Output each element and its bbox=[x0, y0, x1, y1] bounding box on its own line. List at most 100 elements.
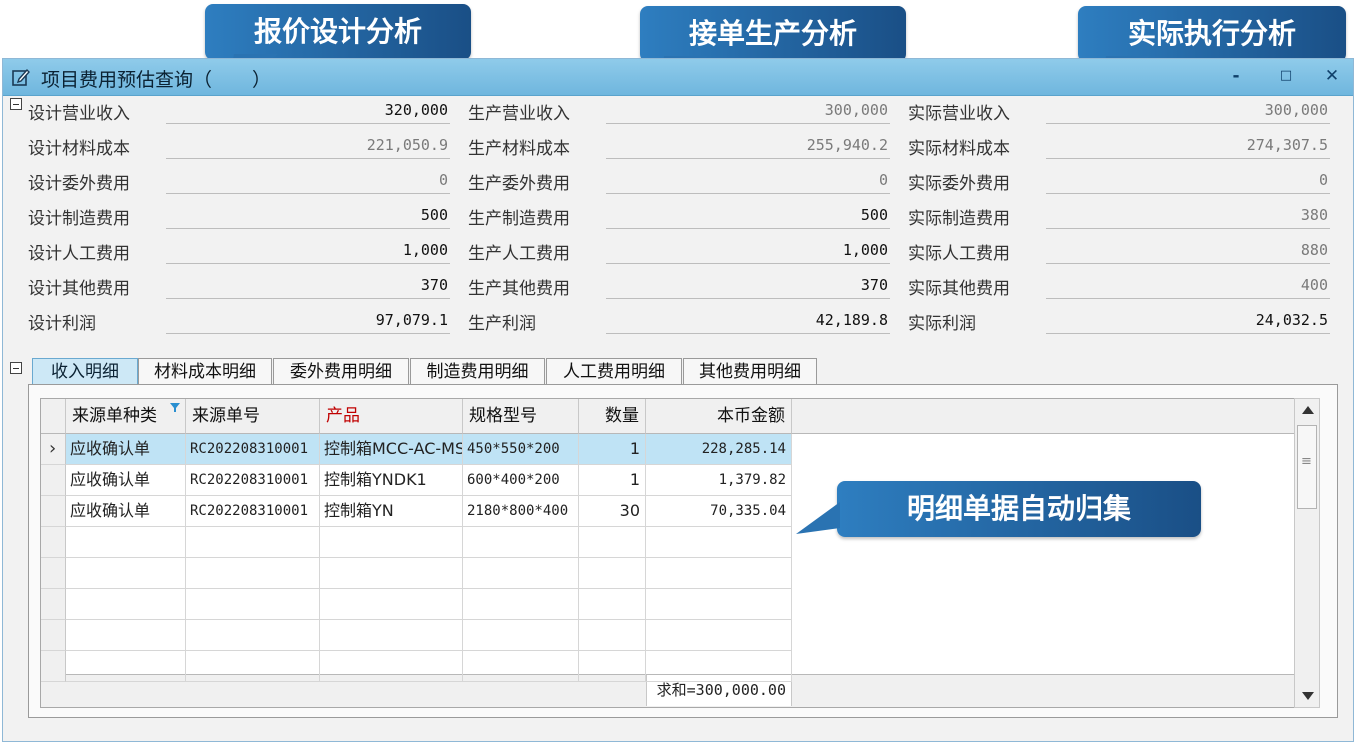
table-cell[interactable] bbox=[320, 558, 463, 589]
row-indicator[interactable] bbox=[41, 651, 66, 682]
table-cell[interactable]: RC202208310001 bbox=[186, 496, 320, 527]
production-metric-value[interactable]: 1,000 bbox=[606, 238, 890, 264]
table-cell[interactable]: 控制箱MCC-AC-MS bbox=[320, 434, 463, 465]
table-cell[interactable]: 450*550*200 bbox=[463, 434, 579, 465]
production-metric-value[interactable]: 500 bbox=[606, 203, 890, 229]
production-metric-value[interactable]: 300,000 bbox=[606, 98, 890, 124]
table-row[interactable]: 应收确认单 RC202208310001 控制箱YNDK1 600*400*200 1 1… bbox=[41, 465, 792, 496]
column-header[interactable]: 产品 bbox=[320, 399, 463, 434]
table-cell[interactable]: 228,285.14 bbox=[646, 434, 792, 465]
column-header[interactable]: 来源单种类 bbox=[66, 399, 186, 434]
table-cell[interactable]: 600*400*200 bbox=[463, 465, 579, 496]
filter-icon[interactable] bbox=[170, 403, 180, 413]
row-indicator[interactable] bbox=[41, 496, 66, 527]
column-header[interactable]: 来源单号 bbox=[186, 399, 320, 434]
production-metric-value[interactable]: 42,189.8 bbox=[606, 308, 890, 334]
table-cell[interactable]: 控制箱YNDK1 bbox=[320, 465, 463, 496]
row-indicator[interactable]: › bbox=[41, 434, 66, 465]
production-metric-value[interactable]: 0 bbox=[606, 168, 890, 194]
table-cell[interactable] bbox=[186, 589, 320, 620]
table-cell[interactable] bbox=[320, 620, 463, 651]
table-cell[interactable]: RC202208310001 bbox=[186, 434, 320, 465]
table-row[interactable] bbox=[41, 651, 792, 682]
design-metric-value[interactable]: 1,000 bbox=[166, 238, 450, 264]
column-header[interactable]: 本币金额 bbox=[646, 399, 792, 434]
column-header[interactable]: 规格型号 bbox=[463, 399, 579, 434]
table-cell[interactable]: 30 bbox=[579, 496, 646, 527]
table-cell[interactable] bbox=[186, 558, 320, 589]
table-cell[interactable] bbox=[579, 558, 646, 589]
row-indicator[interactable] bbox=[41, 558, 66, 589]
tab-3[interactable]: 制造费用明细 bbox=[410, 358, 545, 385]
table-cell[interactable] bbox=[66, 651, 186, 682]
actual-metric-value[interactable]: 300,000 bbox=[1046, 98, 1330, 124]
table-cell[interactable]: 2180*800*400 bbox=[463, 496, 579, 527]
table-cell[interactable] bbox=[646, 651, 792, 682]
row-indicator[interactable] bbox=[41, 589, 66, 620]
table-cell[interactable]: 应收确认单 bbox=[66, 465, 186, 496]
table-cell[interactable] bbox=[463, 620, 579, 651]
table-cell[interactable]: 应收确认单 bbox=[66, 434, 186, 465]
table-cell[interactable]: RC202208310001 bbox=[186, 465, 320, 496]
table-cell[interactable]: 70,335.04 bbox=[646, 496, 792, 527]
table-cell[interactable]: 1 bbox=[579, 465, 646, 496]
table-cell[interactable] bbox=[66, 558, 186, 589]
table-row[interactable] bbox=[41, 558, 792, 589]
tab-4[interactable]: 人工费用明细 bbox=[546, 358, 682, 385]
tab-5[interactable]: 其他费用明细 bbox=[683, 358, 817, 385]
scroll-down-icon[interactable] bbox=[1301, 691, 1315, 701]
table-cell[interactable]: 1 bbox=[579, 434, 646, 465]
tab-2[interactable]: 委外费用明细 bbox=[273, 358, 409, 385]
table-cell[interactable] bbox=[579, 589, 646, 620]
design-metric-value[interactable]: 221,050.9 bbox=[166, 133, 450, 159]
table-row[interactable]: › 应收确认单 RC202208310001 控制箱MCC-AC-MS 450*550*… bbox=[41, 434, 792, 465]
vertical-scrollbar[interactable]: ≡ bbox=[1294, 398, 1320, 708]
column-header[interactable]: 数量 bbox=[579, 399, 646, 434]
production-metric-value[interactable]: 255,940.2 bbox=[606, 133, 890, 159]
table-cell[interactable] bbox=[66, 527, 186, 558]
table-cell[interactable] bbox=[463, 527, 579, 558]
table-row[interactable] bbox=[41, 620, 792, 651]
scroll-thumb[interactable]: ≡ bbox=[1297, 425, 1317, 509]
table-cell[interactable] bbox=[66, 620, 186, 651]
actual-metric-value[interactable]: 380 bbox=[1046, 203, 1330, 229]
actual-metric-value[interactable]: 24,032.5 bbox=[1046, 308, 1330, 334]
table-cell[interactable] bbox=[463, 558, 579, 589]
minimize-button[interactable]: - bbox=[1225, 65, 1247, 87]
actual-metric-value[interactable]: 274,307.5 bbox=[1046, 133, 1330, 159]
design-metric-value[interactable]: 500 bbox=[166, 203, 450, 229]
table-cell[interactable] bbox=[320, 527, 463, 558]
production-metric-value[interactable]: 370 bbox=[606, 273, 890, 299]
table-cell[interactable] bbox=[186, 620, 320, 651]
table-row[interactable]: 应收确认单 RC202208310001 控制箱YN 2180*800*400 30 70… bbox=[41, 496, 792, 527]
table-cell[interactable]: 应收确认单 bbox=[66, 496, 186, 527]
design-metric-value[interactable]: 0 bbox=[166, 168, 450, 194]
detail-collapse-toggle[interactable] bbox=[10, 362, 22, 374]
table-cell[interactable] bbox=[320, 651, 463, 682]
row-indicator[interactable] bbox=[41, 620, 66, 651]
table-cell[interactable] bbox=[579, 527, 646, 558]
maximize-button[interactable]: □ bbox=[1275, 65, 1297, 87]
table-cell[interactable] bbox=[646, 527, 792, 558]
actual-metric-value[interactable]: 880 bbox=[1046, 238, 1330, 264]
row-indicator[interactable] bbox=[41, 465, 66, 496]
table-cell[interactable]: 1,379.82 bbox=[646, 465, 792, 496]
table-cell[interactable] bbox=[646, 589, 792, 620]
table-cell[interactable] bbox=[579, 651, 646, 682]
table-cell[interactable] bbox=[186, 527, 320, 558]
table-cell[interactable] bbox=[646, 558, 792, 589]
summary-collapse-toggle[interactable] bbox=[10, 98, 22, 110]
design-metric-value[interactable]: 320,000 bbox=[166, 98, 450, 124]
actual-metric-value[interactable]: 400 bbox=[1046, 273, 1330, 299]
row-indicator[interactable] bbox=[41, 527, 66, 558]
table-cell[interactable] bbox=[579, 620, 646, 651]
design-metric-value[interactable]: 370 bbox=[166, 273, 450, 299]
table-cell[interactable] bbox=[646, 620, 792, 651]
table-row[interactable] bbox=[41, 527, 792, 558]
actual-metric-value[interactable]: 0 bbox=[1046, 168, 1330, 194]
close-button[interactable]: ✕ bbox=[1321, 65, 1343, 87]
scroll-up-icon[interactable] bbox=[1301, 405, 1315, 415]
design-metric-value[interactable]: 97,079.1 bbox=[166, 308, 450, 334]
table-cell[interactable] bbox=[186, 651, 320, 682]
table-cell[interactable] bbox=[463, 651, 579, 682]
